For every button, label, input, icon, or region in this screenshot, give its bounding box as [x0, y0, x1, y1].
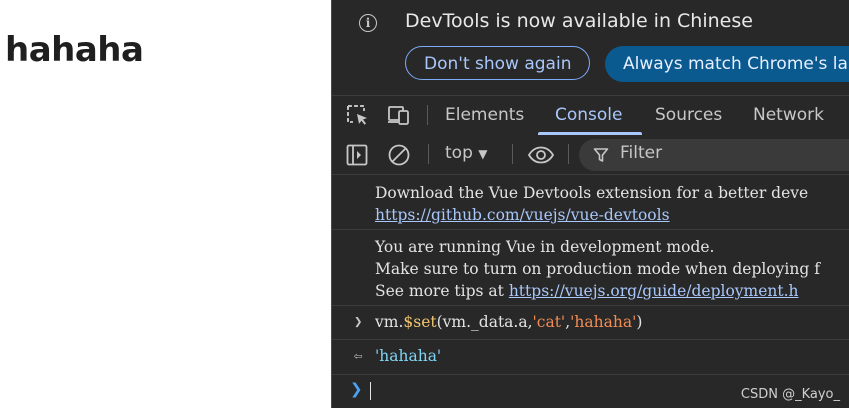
console-input-caret[interactable] [370, 382, 371, 400]
device-toolbar-icon[interactable] [387, 104, 411, 126]
devtools-tabbar: Elements Console Sources Network [332, 95, 849, 136]
screen: hahaha i DevTools is now available in Ch… [0, 0, 849, 408]
tab-network[interactable]: Network [753, 96, 824, 135]
chevron-down-icon: ▼ [478, 147, 488, 161]
message-line: See more tips at https://vuejs.org/guide… [375, 282, 799, 300]
language-infobar: i DevTools is now available in Chinese D… [332, 0, 849, 95]
tab-sources[interactable]: Sources [655, 96, 722, 135]
toolbar-divider [512, 144, 513, 164]
message-text: You are running Vue in development mode. [375, 238, 715, 256]
tab-console[interactable]: Console [555, 96, 623, 135]
clear-console-icon[interactable] [387, 143, 411, 167]
console-result-entry: ⇦ 'hahaha' [332, 340, 849, 375]
toolbar-divider [568, 144, 569, 164]
input-prompt-icon: ❯ [350, 380, 363, 398]
message-text: Download the Vue Devtools extension for … [375, 184, 809, 202]
context-selector[interactable]: top ▼ [445, 143, 488, 163]
console-message: Download the Vue Devtools extension for … [332, 175, 849, 230]
message-text: Make sure to turn on production mode whe… [375, 260, 820, 278]
tab-elements[interactable]: Elements [445, 96, 524, 135]
console-output: Download the Vue Devtools extension for … [332, 175, 849, 408]
devtools-panel: i DevTools is now available in Chinese D… [331, 0, 849, 408]
eye-icon[interactable] [527, 143, 555, 167]
web-page: hahaha [0, 0, 331, 408]
sidebar-toggle-icon[interactable] [345, 143, 369, 167]
message-text: See more tips at [375, 282, 509, 300]
result-value: 'hahaha' [375, 347, 442, 365]
filter-placeholder: Filter [620, 143, 663, 163]
filter-input[interactable]: Filter [579, 139, 849, 171]
page-heading: hahaha [5, 30, 144, 70]
filter-icon [593, 147, 609, 163]
console-message: You are running Vue in development mode.… [332, 230, 849, 306]
message-line: https://github.com/vuejs/vue-devtools [375, 206, 670, 224]
info-icon: i [359, 14, 377, 32]
chevron-right-icon: ❯ [354, 314, 363, 330]
console-toolbar: top ▼ Filter [332, 135, 849, 175]
inspect-element-icon[interactable] [346, 104, 370, 126]
dont-show-again-button[interactable]: Don't show again [405, 46, 591, 80]
deployment-guide-link[interactable]: https://vuejs.org/guide/deployment.h [509, 282, 799, 300]
console-command-entry: ❯ vm.$set(vm._data.a,'cat','hahaha') [332, 306, 849, 340]
command-text: vm.$set(vm._data.a,'cat','hahaha') [375, 313, 643, 331]
return-arrow-icon: ⇦ [354, 348, 363, 364]
toolbar-divider [427, 105, 428, 125]
infobar-message: DevTools is now available in Chinese [405, 10, 753, 32]
watermark: CSDN @_Kayo_ [740, 387, 840, 402]
always-match-language-button[interactable]: Always match Chrome's lar [605, 46, 849, 82]
toolbar-divider [428, 144, 429, 164]
vue-devtools-link[interactable]: https://github.com/vuejs/vue-devtools [375, 206, 670, 224]
context-value: top [445, 143, 473, 163]
